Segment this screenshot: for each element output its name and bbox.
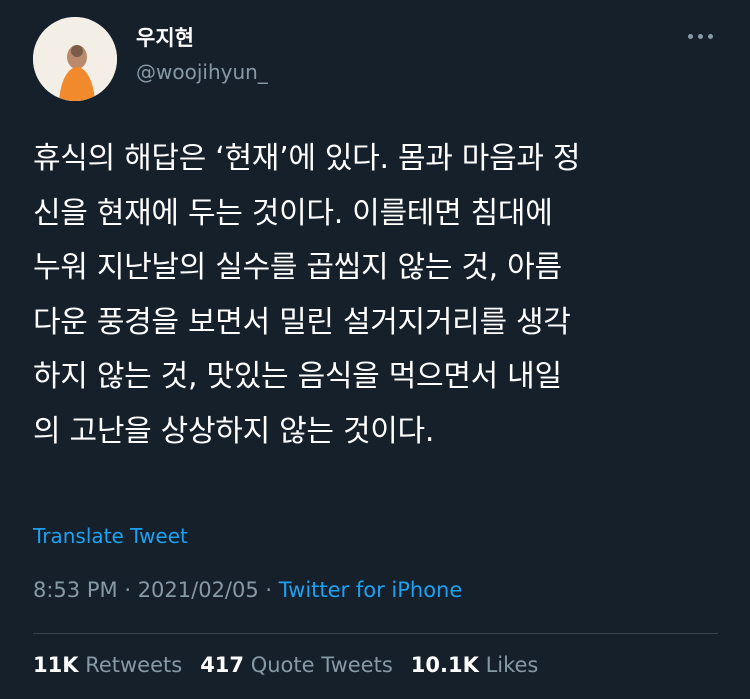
- tweet-text-line: 신을 현재에 두는 것이다. 이를테면 침대에: [33, 195, 553, 231]
- tweet-meta: 8:53 PM · 2021/02/05 · Twitter for iPhon…: [33, 578, 462, 602]
- retweets-label: Retweets: [85, 653, 183, 677]
- retweets-count: 11K: [33, 653, 79, 677]
- tweet-text-line: 하지 않는 것, 맛있는 음식을 먹으면서 내일: [33, 359, 562, 394]
- quote-tweets-stat[interactable]: 417 Quote Tweets: [200, 653, 393, 677]
- tweet-text-line: 의 고난을 상상하지 않는 것이다.: [33, 413, 435, 449]
- tweet-stats: 11K Retweets 417 Quote Tweets 10.1K Like…: [33, 653, 538, 677]
- more-horizontal-icon: [697, 33, 703, 39]
- retweets-stat[interactable]: 11K Retweets: [33, 653, 182, 677]
- tweet-text-line: 누워 지난날의 실수를 곱씹지 않는 것, 아름: [33, 250, 562, 285]
- more-options-button[interactable]: [680, 22, 720, 50]
- likes-count: 10.1K: [410, 653, 479, 677]
- tweet-text-line: 다운 풍경을 보면서 밀린 설거지거리를 생각: [33, 304, 571, 340]
- tweet-text: 휴식의 해답은 ‘현재’에 있다. 몸과 마음과 정 신을 현재에 두는 것이다…: [33, 132, 723, 459]
- avatar-image: [33, 17, 117, 101]
- divider: [33, 633, 718, 634]
- likes-label: Likes: [485, 653, 539, 677]
- quote-tweets-label: Quote Tweets: [250, 653, 393, 677]
- avatar[interactable]: [33, 17, 117, 101]
- more-horizontal-icon: [687, 33, 693, 39]
- likes-stat[interactable]: 10.1K Likes: [411, 653, 539, 677]
- meta-separator: ·: [124, 578, 131, 602]
- display-name[interactable]: 우지현: [136, 22, 194, 52]
- tweet-text-line: 휴식의 해답은 ‘현재’에 있다. 몸과 마음과 정: [33, 141, 581, 176]
- tweet-time[interactable]: 8:53 PM: [33, 578, 118, 602]
- tweet-date[interactable]: 2021/02/05: [138, 578, 259, 602]
- tweet-source-link[interactable]: Twitter for iPhone: [279, 578, 463, 602]
- user-handle[interactable]: @woojihyun_: [136, 60, 268, 84]
- meta-separator: ·: [265, 578, 273, 602]
- translate-tweet-link[interactable]: Translate Tweet: [33, 524, 188, 548]
- more-horizontal-icon: [707, 33, 713, 39]
- quote-tweets-count: 417: [200, 653, 245, 677]
